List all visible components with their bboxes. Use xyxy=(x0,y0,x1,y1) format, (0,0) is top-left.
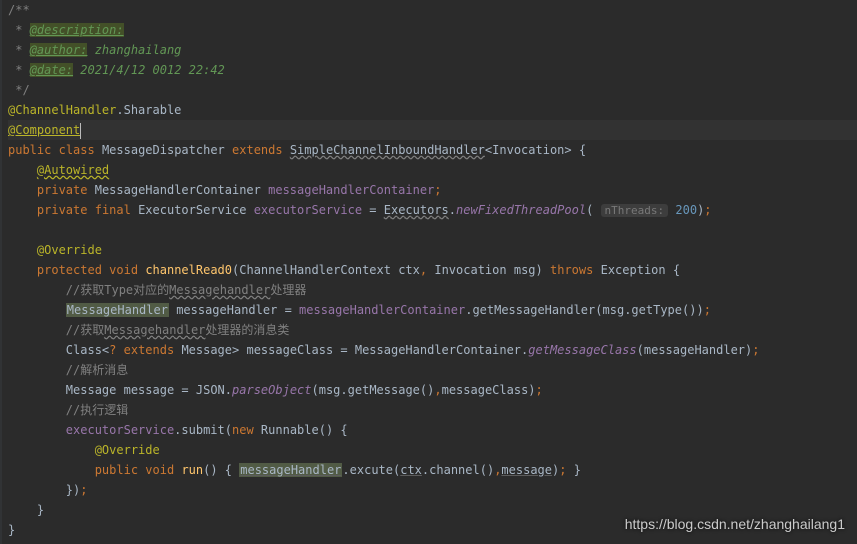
code-line: private final ExecutorService executorSe… xyxy=(8,200,857,220)
code-line: @ChannelHandler.Sharable xyxy=(8,100,857,120)
code-line-caret: @Component xyxy=(8,120,857,140)
code-line: * @description: xyxy=(8,20,857,40)
code-line: @Override xyxy=(8,240,857,260)
method-channelRead0: channelRead0 xyxy=(145,263,232,277)
javadoc-date-tag: @date: xyxy=(30,63,73,77)
annotation-sharable: @ChannelHandler xyxy=(8,103,116,117)
code-line: * @author: zhanghailang xyxy=(8,40,857,60)
javadoc-date-value: 2021/4/12 0012 22:42 xyxy=(73,63,225,77)
field-exec: executorService xyxy=(254,203,362,217)
code-line: MessageHandler messageHandler = messageH… xyxy=(8,300,857,320)
code-line: */ xyxy=(8,80,857,100)
annotation-component: @Component xyxy=(8,123,80,137)
code-line: }); xyxy=(8,480,857,500)
code-line xyxy=(8,220,857,240)
javadoc-author-value: zhanghailang xyxy=(87,43,181,57)
code-line: @Override xyxy=(8,440,857,460)
type-messagehandler: MessageHandler xyxy=(66,303,169,317)
code-line: //获取Type对应的Messagehandler处理器 xyxy=(8,280,857,300)
doc-close: */ xyxy=(8,83,30,97)
code-line: executorService.submit(new Runnable() { xyxy=(8,420,857,440)
code-line: //获取Messagehandler处理器的消息类 xyxy=(8,320,857,340)
javadoc-author-tag: @author: xyxy=(30,43,88,57)
code-line: /** xyxy=(8,0,857,20)
annotation-override: @Override xyxy=(37,243,102,257)
code-line: private MessageHandlerContainer messageH… xyxy=(8,180,857,200)
code-line: @Autowired xyxy=(8,160,857,180)
code-line: //解析消息 xyxy=(8,360,857,380)
code-line: //执行逻辑 xyxy=(8,400,857,420)
gutter xyxy=(0,0,2,544)
watermark-text: https://blog.csdn.net/zhanghailang1 xyxy=(625,514,845,534)
field-mhc: messageHandlerContainer xyxy=(268,183,434,197)
param-hint: nThreads: xyxy=(601,204,669,217)
doc-open: /** xyxy=(8,3,30,17)
annotation-autowired: @Autowired xyxy=(37,163,109,177)
code-line: protected void channelRead0(ChannelHandl… xyxy=(8,260,857,280)
code-line: public class MessageDispatcher extends S… xyxy=(8,140,857,160)
class-name: MessageDispatcher xyxy=(102,143,225,157)
code-editor[interactable]: /** * @description: * @author: zhanghail… xyxy=(0,0,857,544)
text-caret xyxy=(80,123,81,139)
code-line: Message message = JSON.parseObject(msg.g… xyxy=(8,380,857,400)
code-line: public void run() { messageHandler.excut… xyxy=(8,460,857,480)
code-line: Class<? extends Message> messageClass = … xyxy=(8,340,857,360)
javadoc-description-tag: @description: xyxy=(30,23,124,37)
code-line: * @date: 2021/4/12 0012 22:42 xyxy=(8,60,857,80)
